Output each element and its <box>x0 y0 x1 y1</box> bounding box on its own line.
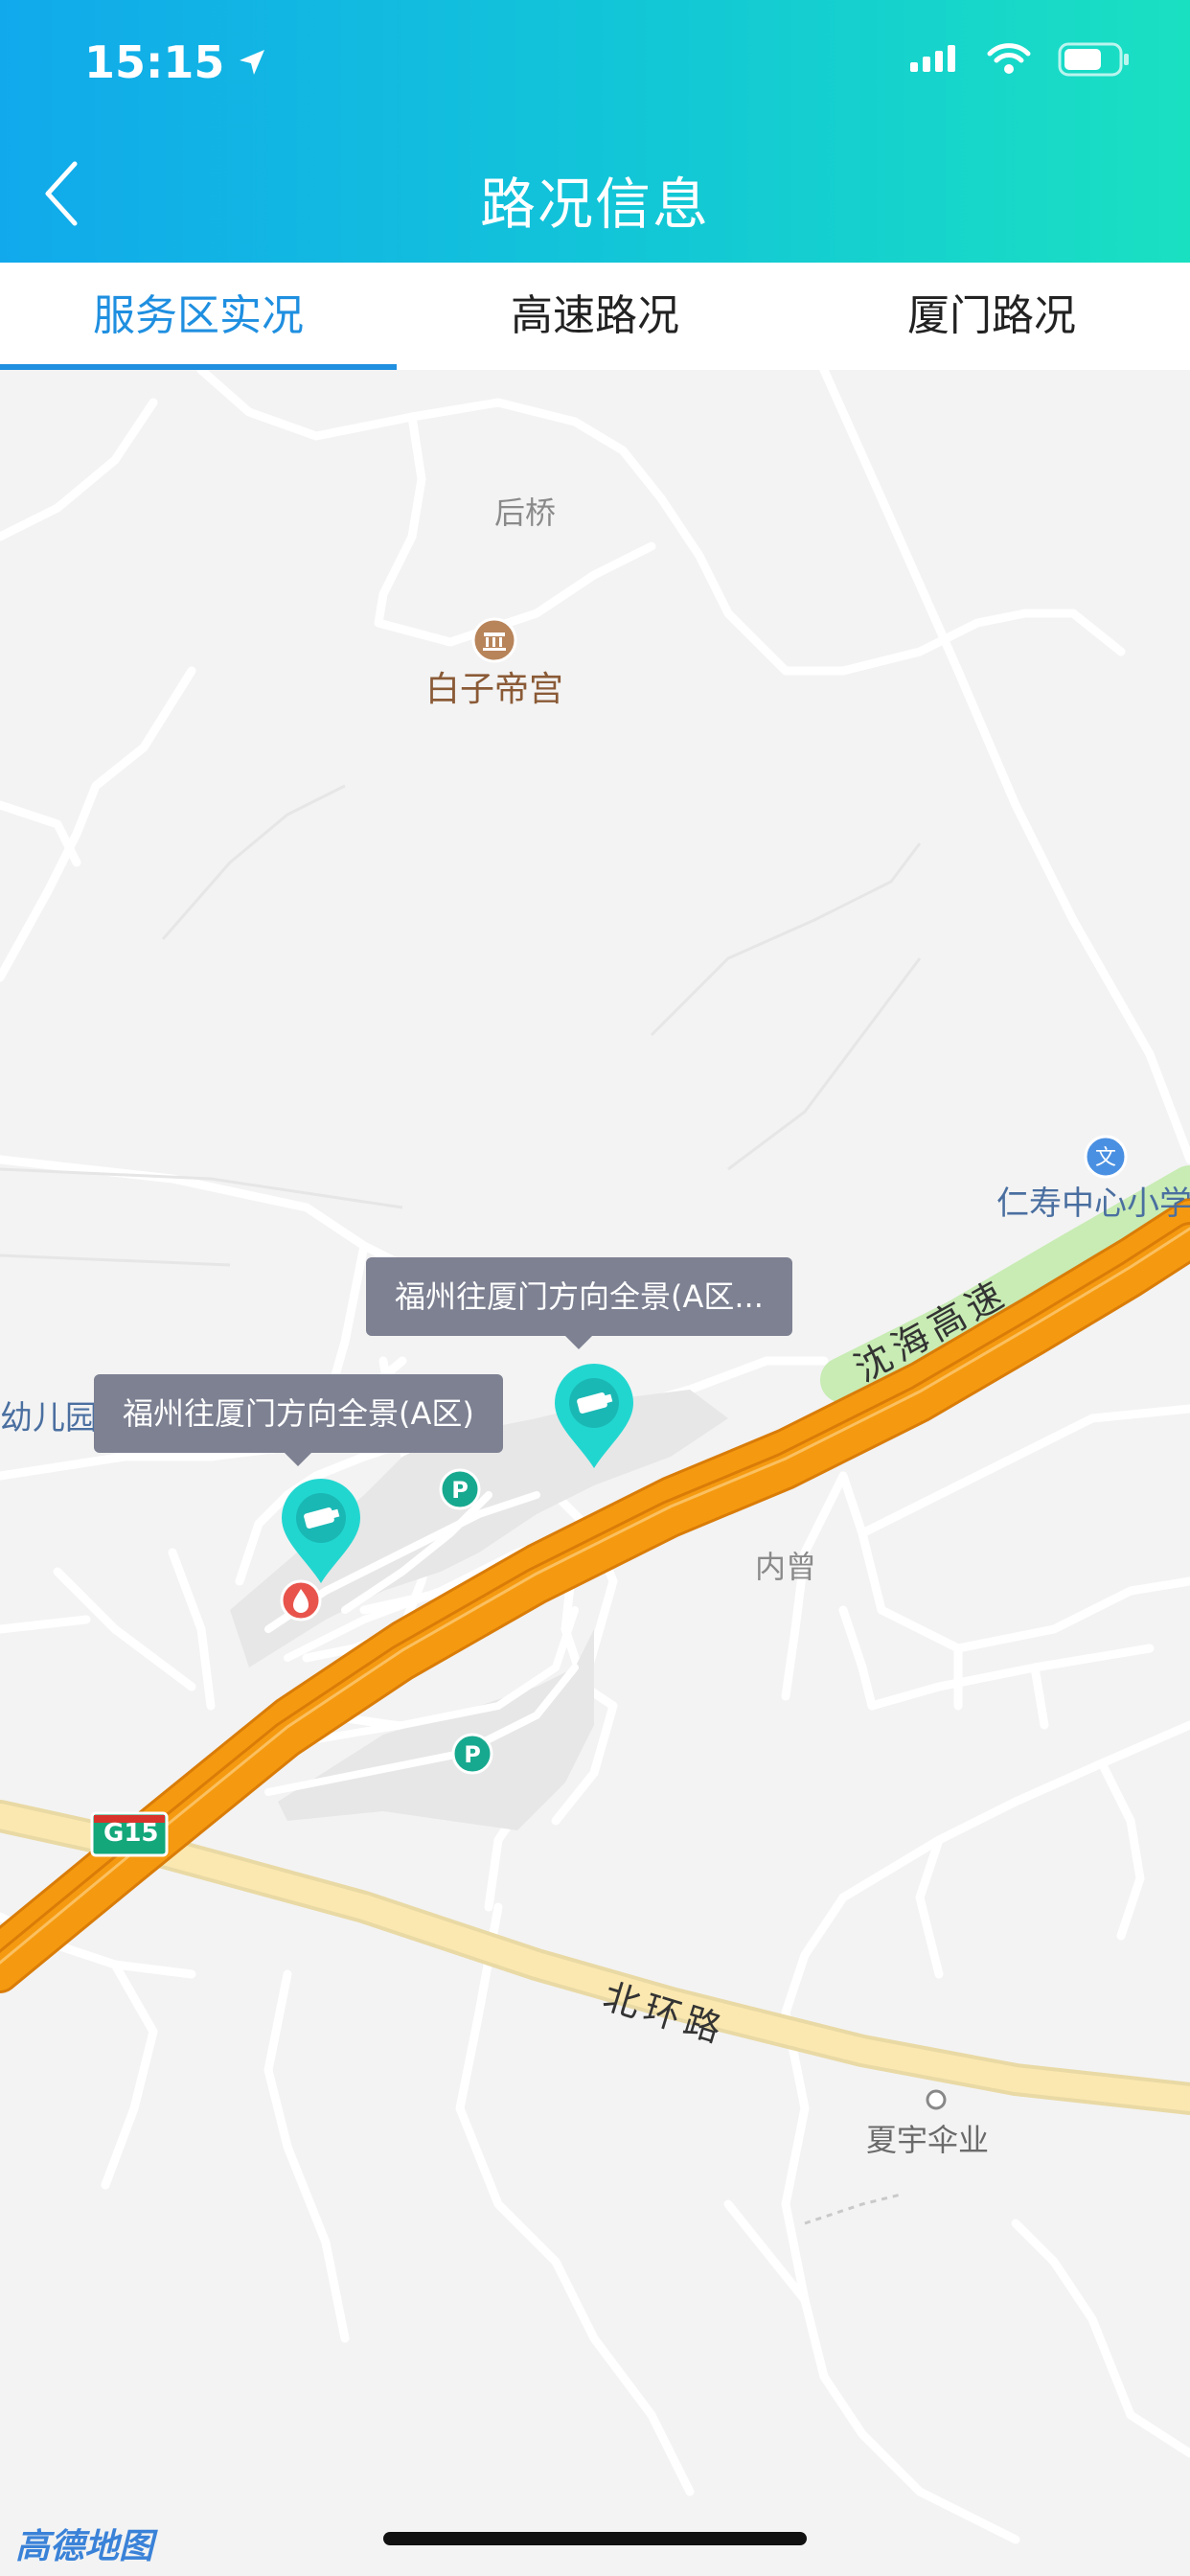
white-poi-dot <box>926 2089 947 2110</box>
map-label-baizidigong: 白子帝宫 <box>425 670 564 709</box>
status-time-text: 15:15 <box>84 36 225 88</box>
map-provider-logo: 高德地图 <box>15 2527 154 2566</box>
tab-xiamen-traffic[interactable]: 厦门路况 <box>793 263 1190 370</box>
tab-service-area-live[interactable]: 服务区实况 <box>0 263 397 370</box>
tab-highway-traffic[interactable]: 高速路况 <box>397 263 793 370</box>
map-canvas <box>0 370 1190 2576</box>
road-label-g15: G15 <box>103 1819 159 1848</box>
home-indicator[interactable] <box>383 2532 807 2545</box>
status-bar-time: 15:15 <box>84 36 268 88</box>
cellular-signal-icon <box>910 45 955 72</box>
camera-pin-icon[interactable] <box>551 1363 637 1470</box>
camera-callout[interactable]: 福州往厦门方向全景(A区... <box>366 1257 792 1349</box>
camera-callout[interactable]: 福州往厦门方向全景(A区) <box>94 1374 503 1466</box>
map-label-houqiao: 后桥 <box>494 494 557 531</box>
map-label-xiayu: 夏宇伞业 <box>866 2122 990 2158</box>
header-bar: 15:15 路况信息 <box>0 0 1190 263</box>
school-icon[interactable]: 文 <box>1084 1135 1128 1179</box>
wifi-icon <box>987 43 1031 74</box>
temple-icon[interactable] <box>471 617 517 663</box>
parking-icon[interactable]: P <box>439 1468 481 1510</box>
map-label-renshou: 仁寿中心小学 <box>996 1184 1190 1223</box>
svg-text:P: P <box>451 1477 469 1504</box>
status-icons <box>910 42 1131 77</box>
svg-text:文: 文 <box>1095 1146 1116 1170</box>
battery-icon <box>1058 42 1129 77</box>
camera-pin-icon[interactable] <box>278 1478 364 1585</box>
page-title: 路况信息 <box>479 172 710 237</box>
location-arrow-icon <box>240 50 265 75</box>
tab-bar: 服务区实况 高速路况 厦门路况 <box>0 263 1190 371</box>
gas-station-icon[interactable] <box>280 1579 322 1622</box>
svg-text:P: P <box>464 1741 481 1768</box>
map-label-youeryuan: 幼儿园 <box>0 1399 98 1438</box>
map-view[interactable]: 文 P P 后桥 白子帝宫 仁寿中心小学 幼儿园 内曾 夏宇伞业 沈海高速 北环… <box>0 370 1190 2576</box>
map-label-neizeng: 内曾 <box>755 1549 817 1585</box>
parking-icon[interactable]: P <box>451 1733 493 1775</box>
